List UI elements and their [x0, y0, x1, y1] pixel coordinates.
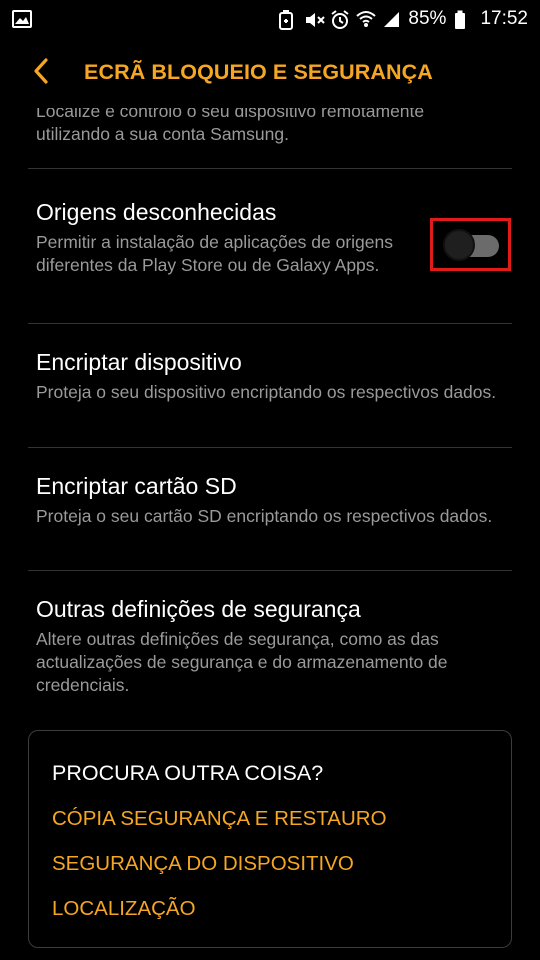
search-suggestions-card: PROCURA OUTRA COISA? CÓPIA SEGURANÇA E R…	[28, 730, 512, 948]
status-right: 85% 17:52	[278, 8, 528, 30]
divider	[28, 168, 512, 169]
divider	[28, 323, 512, 324]
alarm-icon	[330, 10, 350, 29]
link-location[interactable]: LOCALIZAÇÃO	[52, 897, 196, 921]
page-title: ECRÃ BLOQUEIO E SEGURANÇA	[84, 60, 433, 84]
toggle-thumb	[443, 229, 475, 261]
find-my-mobile-subtitle: Localize e controlo o seu dispositivo re…	[36, 108, 425, 144]
unknown-sources-toggle[interactable]	[443, 229, 500, 261]
clock: 17:52	[480, 8, 528, 29]
divider	[28, 570, 512, 571]
item-title: Outras definições de segurança	[36, 596, 361, 622]
list-item-encrypt-device[interactable]: Encriptar dispositivo Proteja o seu disp…	[36, 347, 506, 404]
battery-icon	[454, 10, 472, 29]
item-title: Origens desconhecidas	[36, 199, 277, 225]
list-item-encrypt-sd-card[interactable]: Encriptar cartão SD Proteja o seu cartão…	[36, 471, 506, 528]
image-icon	[12, 10, 32, 28]
chevron-left-icon	[32, 57, 50, 89]
card-title: PROCURA OUTRA COISA?	[52, 761, 324, 785]
status-bar: 85% 17:52	[0, 0, 540, 38]
divider	[28, 447, 512, 448]
list-item-other-security-settings[interactable]: Outras definições de segurança Altere ou…	[36, 594, 496, 697]
link-device-security[interactable]: SEGURANÇA DO DISPOSITIVO	[52, 852, 354, 876]
item-title: Encriptar cartão SD	[36, 473, 237, 499]
item-subtitle: Proteja o seu dispositivo encriptando os…	[36, 382, 497, 402]
item-title: Encriptar dispositivo	[36, 349, 242, 375]
battery-saver-icon	[278, 10, 296, 30]
item-subtitle: Permitir a instalação de aplicações de o…	[36, 232, 393, 275]
item-subtitle: Proteja o seu cartão SD encriptando os r…	[36, 506, 493, 526]
app-bar: ECRÃ BLOQUEIO E SEGURANÇA	[0, 38, 540, 108]
mute-icon	[304, 10, 326, 28]
link-backup-restore[interactable]: CÓPIA SEGURANÇA E RESTAURO	[52, 807, 387, 831]
back-button[interactable]	[26, 57, 56, 89]
status-left	[12, 10, 32, 28]
wifi-icon	[356, 10, 377, 28]
item-subtitle: Altere outras definições de segurança, c…	[36, 629, 448, 695]
list-item-unknown-sources[interactable]: Origens desconhecidas Permitir a instala…	[36, 197, 416, 277]
signal-icon	[382, 10, 400, 28]
settings-list: Localize e controlo o seu dispositivo re…	[0, 108, 540, 960]
battery-percent: 85%	[408, 8, 447, 29]
